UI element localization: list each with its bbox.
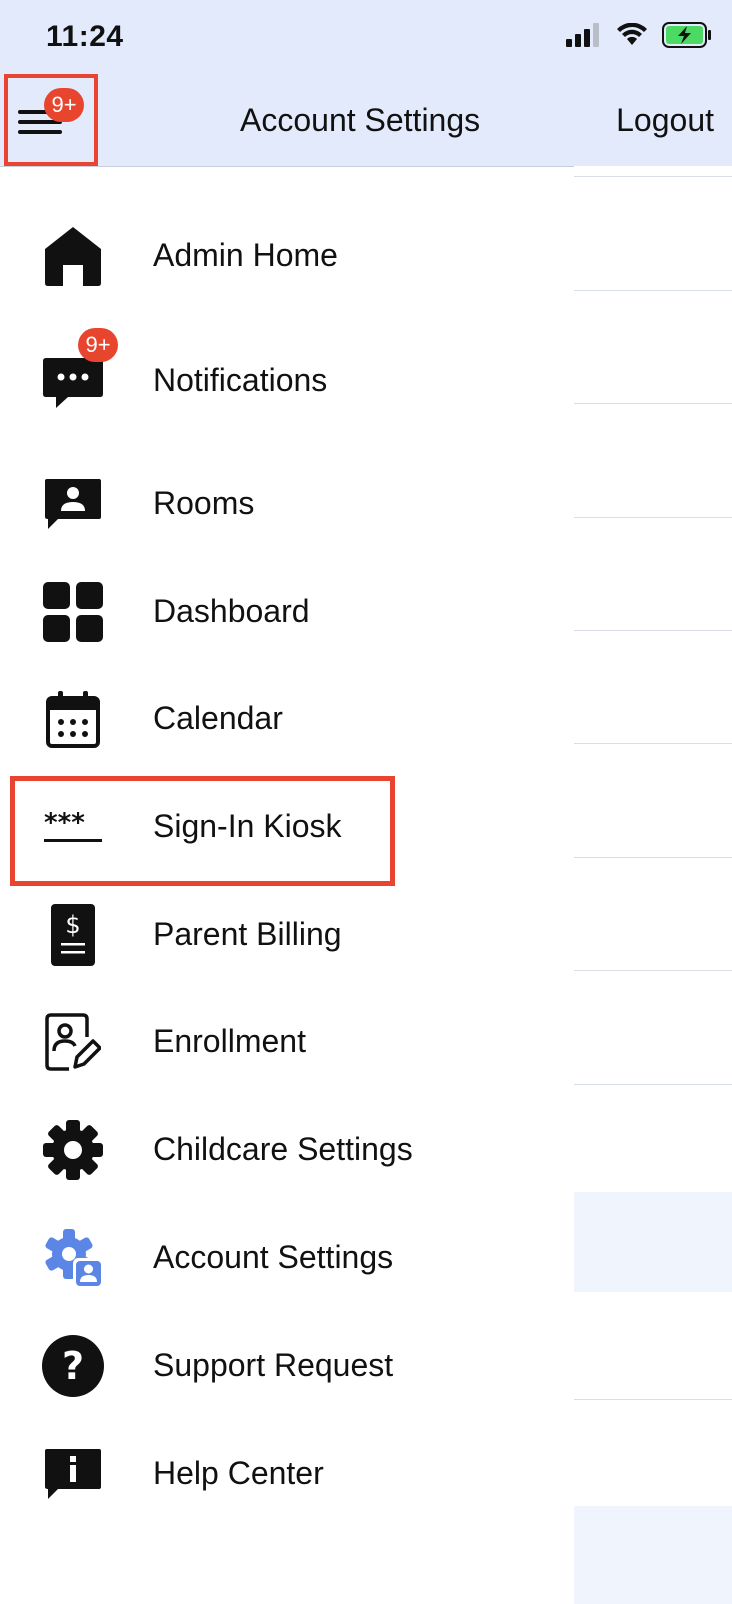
nav-label-account-settings: Account Settings [153,1239,394,1275]
nav-item-admin-home[interactable]: Admin Home [0,207,574,303]
hamburger-menu-button[interactable]: 9+ [4,74,98,166]
nav-item-childcare-settings[interactable]: Childcare Settings [0,1101,574,1197]
question-circle-icon: ? [40,1333,106,1399]
contact-message-icon [40,471,106,537]
nav-item-help-center[interactable]: Help Center [0,1425,574,1521]
nav-label-dashboard: Dashboard [153,593,310,629]
logout-button[interactable]: Logout [616,102,714,139]
page-title: Account Settings [240,102,481,138]
wifi-icon [617,23,647,45]
battery-charging-icon [662,22,711,48]
nav-label-notifications: Notifications [153,362,328,398]
app-header: 9+ Account Settings Logout [0,72,732,167]
billing-document-icon: $ [40,902,106,968]
status-icons [566,22,712,48]
gear-icon [40,1117,106,1183]
nav-item-parent-billing[interactable]: $ Parent Billing [0,886,574,982]
nav-label-enrollment: Enrollment [153,1023,306,1059]
background-list [574,166,732,1604]
status-time: 11:24 [46,20,124,53]
nav-item-notifications[interactable]: 9+ Notifications [0,328,574,428]
nav-label-calendar: Calendar [153,700,283,736]
nav-item-support-request[interactable]: ? Support Request [0,1317,574,1413]
nav-label-support-request: Support Request [153,1347,394,1383]
info-message-icon [40,1441,106,1507]
highlight-box [10,776,395,886]
nav-label-childcare-settings: Childcare Settings [153,1131,413,1167]
nav-item-dashboard[interactable]: Dashboard [0,563,574,659]
nav-item-calendar[interactable]: Calendar [0,670,574,766]
signal-icon [566,23,599,47]
dashboard-grid-icon [40,579,106,645]
menu-badge: 9+ [44,88,84,122]
nav-label-rooms: Rooms [153,485,255,521]
calendar-icon [40,686,106,752]
nav-label-parent-billing: Parent Billing [153,916,342,952]
svg-text:?: ? [62,1344,84,1388]
nav-item-account-settings[interactable]: Account Settings [0,1209,574,1305]
notifications-badge: 9+ [78,328,118,362]
nav-item-rooms[interactable]: Rooms [0,455,574,551]
nav-label-help-center: Help Center [153,1455,324,1491]
svg-text:$: $ [65,911,80,939]
nav-label-admin-home: Admin Home [153,237,338,273]
home-icon [40,223,106,289]
enrollment-form-icon [40,1009,106,1075]
account-settings-icon [40,1225,106,1291]
nav-item-enrollment[interactable]: Enrollment [0,993,574,1089]
status-bar: 11:24 [0,0,732,72]
